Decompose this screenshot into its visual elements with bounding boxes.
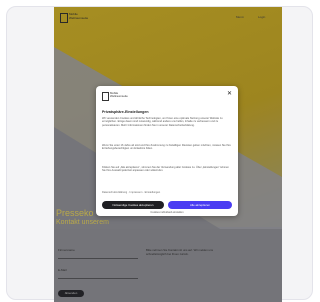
accept-necessary-button[interactable]: Notwendige Cookies akzeptieren xyxy=(102,201,164,209)
accept-all-button[interactable]: Alle akzeptieren xyxy=(168,201,232,209)
modal-logo-icon xyxy=(102,92,109,101)
modal-logo-text: Mobile Weltraumseite xyxy=(110,91,140,99)
cookie-consent-dialog: Mobile Weltraumseite ✕ Privatsphäre-Eins… xyxy=(96,86,238,216)
modal-logo-line-2: Weltraumseite xyxy=(110,94,128,99)
customize-cookies-link[interactable]: Cookies individuell einstellen xyxy=(96,211,238,214)
modal-title: Privatsphäre-Einstellungen xyxy=(102,110,149,114)
close-icon[interactable]: ✕ xyxy=(227,91,232,97)
modal-paragraph-1: Wir verwenden Cookies und ähnliche Techn… xyxy=(102,117,223,127)
modal-paragraph-2: Wenn Sie unter 16 Jahre alt sind und Ihr… xyxy=(102,144,231,151)
modal-links[interactable]: Datenschutzerklärung · Impressum · Einst… xyxy=(102,191,160,194)
modal-paragraph-3: Klicken Sie auf „Alle akzeptieren“, stim… xyxy=(102,166,229,173)
